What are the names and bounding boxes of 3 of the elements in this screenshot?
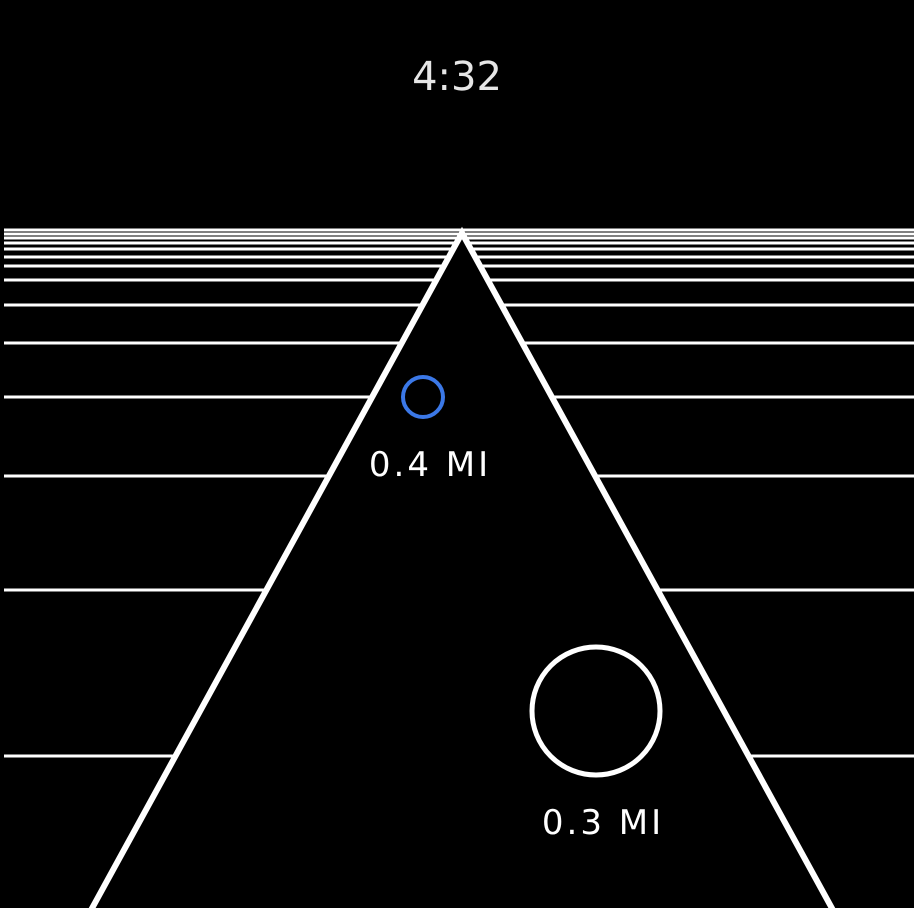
distance-label: 0.3 MI <box>542 802 664 845</box>
distance-label: 0.4 MI <box>368 444 492 487</box>
clock-time: 4:32 <box>411 53 503 102</box>
